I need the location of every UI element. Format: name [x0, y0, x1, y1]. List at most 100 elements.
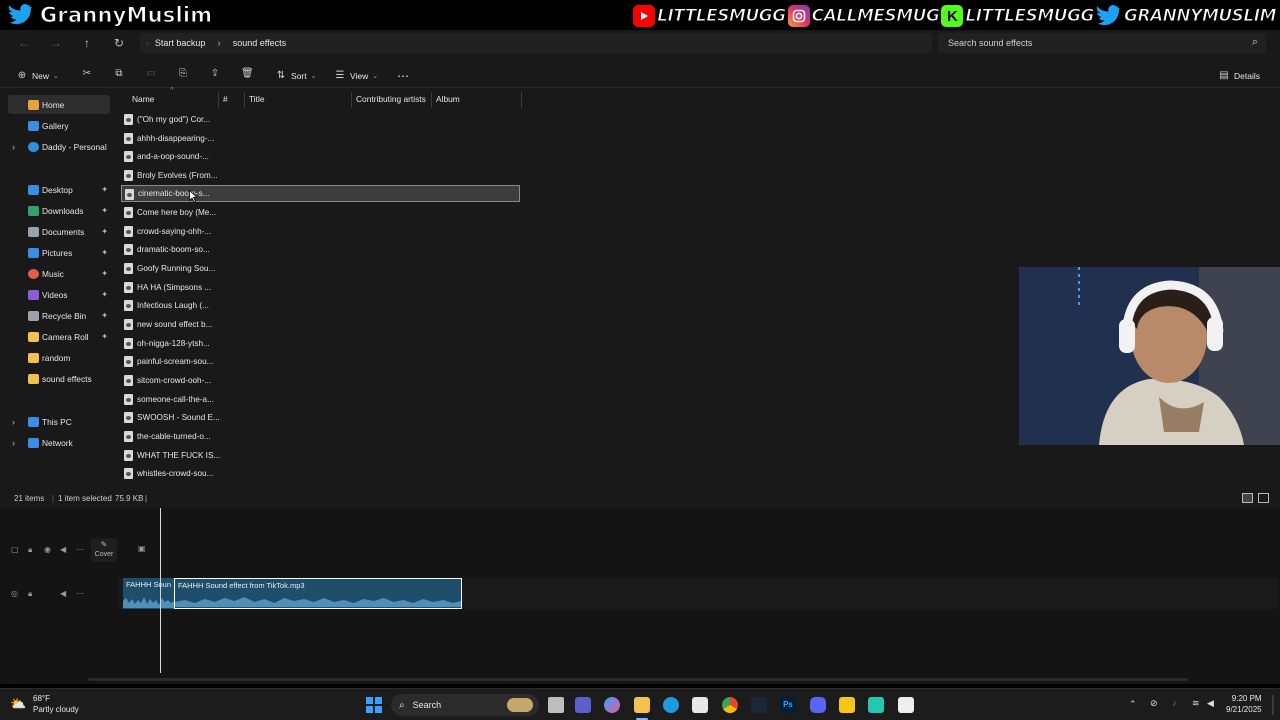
- paste-icon[interactable]: ▭: [145, 68, 157, 80]
- sidebar-item-home[interactable]: Home: [8, 95, 110, 114]
- lock-icon[interactable]: 🔒︎: [28, 589, 32, 599]
- weather-widget[interactable]: 68°F Partly cloudy: [33, 693, 79, 715]
- audio-track-icon[interactable]: ◎: [11, 589, 18, 598]
- copy-icon[interactable]: ⧉: [113, 68, 125, 80]
- file-row[interactable]: painful-scream-sou...: [121, 353, 520, 370]
- task-view-icon[interactable]: [548, 697, 564, 713]
- network-off-icon[interactable]: ⊘: [1150, 698, 1158, 709]
- taskbar-search[interactable]: ⌕ Search: [391, 694, 539, 716]
- file-row[interactable]: crowd-saying-ohh-...: [121, 223, 520, 240]
- delete-icon[interactable]: 🗑: [241, 68, 254, 80]
- volume-icon[interactable]: ◀︎: [60, 545, 66, 554]
- column-header-contributing-artists[interactable]: Contributing artists: [356, 94, 426, 108]
- sidebar-item-random[interactable]: random: [8, 348, 110, 367]
- rename-icon[interactable]: ⎘: [177, 68, 189, 80]
- show-desktop-button[interactable]: [1272, 695, 1274, 715]
- file-row[interactable]: dramatic-boom-so...: [121, 241, 520, 258]
- breadcrumb-sound-effects[interactable]: sound effects: [233, 38, 286, 48]
- chrome-icon[interactable]: [722, 697, 738, 713]
- cover-button[interactable]: ✎ Cover: [91, 538, 117, 562]
- file-row[interactable]: someone-call-the-a...: [121, 391, 520, 408]
- eye-icon[interactable]: ◉: [44, 545, 51, 554]
- file-row-selected[interactable]: cinematic-boom-s...: [121, 185, 520, 203]
- sort-button[interactable]: ⇅ Sort ⌄: [275, 68, 317, 84]
- details-button[interactable]: ▤ Details: [1218, 68, 1260, 84]
- sidebar-item-desktop[interactable]: Desktop ✦: [8, 180, 110, 199]
- sidebar-item-onedrive[interactable]: › Daddy - Personal: [8, 137, 110, 156]
- more-icon[interactable]: ⋯: [76, 589, 84, 598]
- file-row[interactable]: new sound effect b...: [121, 316, 520, 333]
- more-options-icon[interactable]: ⋯: [397, 68, 409, 84]
- column-header-album[interactable]: Album: [436, 94, 460, 108]
- sidebar-item-sound-effects[interactable]: sound effects: [8, 369, 110, 388]
- file-row[interactable]: the-cable-turned-o...: [121, 428, 520, 445]
- breadcrumb-start-backup[interactable]: Start backup: [155, 38, 206, 48]
- sidebar-item-downloads[interactable]: Downloads ✦: [8, 201, 110, 220]
- chevron-right-icon[interactable]: ›: [12, 417, 15, 427]
- sidebar-item-this-pc[interactable]: › This PC: [8, 412, 110, 431]
- search-input[interactable]: Search sound effects ⌕: [938, 33, 1266, 53]
- column-divider[interactable]: [521, 92, 522, 108]
- copilot-icon[interactable]: [604, 697, 620, 713]
- file-row[interactable]: whistles-crowd-sou...: [121, 465, 520, 482]
- pen-tool-icon[interactable]: [839, 697, 855, 713]
- column-header-number[interactable]: #: [223, 94, 228, 108]
- details-view-icon[interactable]: [1242, 493, 1253, 503]
- file-row[interactable]: WHAT THE FUCK IS...: [121, 447, 520, 464]
- edge-icon[interactable]: [663, 697, 679, 713]
- refresh-icon[interactable]: ↻: [112, 36, 126, 50]
- column-header-name[interactable]: Name: [132, 94, 154, 108]
- view-button[interactable]: ☰ View ⌄: [334, 68, 379, 84]
- sidebar-item-gallery[interactable]: Gallery: [8, 116, 110, 135]
- column-divider[interactable]: [218, 92, 219, 108]
- file-row[interactable]: sitcom-crowd-ooh-...: [121, 372, 520, 389]
- file-row[interactable]: SWOOSH - Sound E...: [121, 409, 520, 426]
- file-row[interactable]: Come here boy (Me...: [121, 204, 520, 221]
- chevron-right-icon[interactable]: ›: [12, 438, 15, 448]
- column-divider[interactable]: [244, 92, 245, 108]
- sidebar-item-pictures[interactable]: Pictures ✦: [8, 243, 110, 262]
- file-row[interactable]: HA HA (Simpsons ...: [121, 279, 520, 296]
- new-button[interactable]: ⊕ New ⌄: [16, 68, 59, 84]
- clock[interactable]: 9:20 PM 9/21/2025: [1226, 693, 1262, 715]
- tiles-view-icon[interactable]: [1258, 493, 1269, 503]
- cut-icon[interactable]: ✂: [81, 68, 93, 80]
- sidebar-item-videos[interactable]: Videos ✦: [8, 285, 110, 304]
- file-row[interactable]: ahhh-disappearing-...: [121, 130, 520, 147]
- column-divider[interactable]: [431, 92, 432, 108]
- discord-icon[interactable]: [810, 697, 826, 713]
- sidebar-item-recycle-bin[interactable]: Recycle Bin ✦: [8, 306, 110, 325]
- file-row[interactable]: Infectious Laugh (...: [121, 297, 520, 314]
- file-row[interactable]: Broly Evolves (From...: [121, 167, 520, 184]
- up-arrow-icon[interactable]: ↑: [80, 36, 94, 50]
- volume-icon[interactable]: ◀︎: [60, 589, 66, 598]
- steam-icon[interactable]: [751, 697, 767, 713]
- file-row[interactable]: ("Oh my god") Cor...: [121, 111, 520, 128]
- playhead[interactable]: [160, 508, 161, 673]
- column-divider[interactable]: [351, 92, 352, 108]
- address-bar[interactable]: ◦ Start backup › sound effects: [140, 33, 932, 53]
- chat-app-icon[interactable]: [868, 697, 884, 713]
- file-row[interactable]: and-a-oop-sound-...: [121, 148, 520, 165]
- photoshop-icon[interactable]: Ps: [780, 697, 796, 713]
- file-row[interactable]: oh-nigga-128-ytsh...: [121, 335, 520, 352]
- file-explorer-icon[interactable]: [634, 697, 650, 713]
- sidebar-item-documents[interactable]: Documents ✦: [8, 222, 110, 241]
- audio-clip-selected[interactable]: FAHHH Sound effect from TikTok.mp3: [174, 578, 462, 609]
- sidebar-item-camera-roll[interactable]: Camera Roll ✦: [8, 327, 110, 346]
- windows-start-icon[interactable]: [366, 697, 382, 713]
- volume-icon[interactable]: ◀︎: [1207, 698, 1214, 709]
- share-icon[interactable]: ⇪: [209, 68, 221, 80]
- column-header-title[interactable]: Title: [249, 94, 265, 108]
- file-row[interactable]: Goofy Running Sou...: [121, 260, 520, 277]
- wifi-icon[interactable]: ≋: [1192, 698, 1200, 709]
- chevron-right-icon[interactable]: ›: [12, 142, 15, 152]
- sidebar-item-music[interactable]: Music ✦: [8, 264, 110, 283]
- store-icon[interactable]: [692, 697, 708, 713]
- back-arrow-icon[interactable]: ←: [17, 36, 31, 50]
- lock-icon[interactable]: 🔒︎: [28, 545, 32, 555]
- sidebar-item-network[interactable]: › Network: [8, 433, 110, 452]
- forward-arrow-icon[interactable]: →: [49, 36, 63, 50]
- track-checkbox-icon[interactable]: ▢: [11, 545, 19, 554]
- audio-clip[interactable]: FAHHH Soun: [123, 578, 174, 609]
